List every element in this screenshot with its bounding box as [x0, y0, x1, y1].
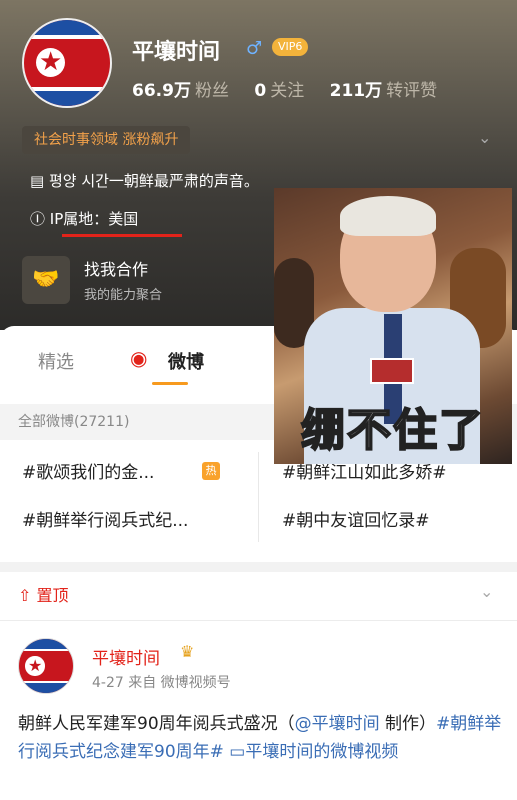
profile-avatar[interactable]: ★ [22, 18, 112, 108]
post-text-part: 制作） [379, 714, 437, 734]
ip-icon: Ⓘ [30, 210, 50, 228]
meme-caption: 绷不住了 [300, 404, 485, 457]
divider [0, 620, 517, 621]
profile-name: 平壤时间 [132, 40, 221, 65]
pin-icon: ⇧ [18, 586, 37, 605]
coop-title: 找我合作 [84, 260, 149, 279]
playing-cards [370, 358, 414, 384]
topic-link[interactable]: #朝中友谊回忆录# [282, 506, 430, 531]
topic-link[interactable]: #朝鲜举行阅兵式纪... [22, 506, 188, 531]
mention-link[interactable]: @平壤时间 [295, 714, 380, 734]
divider [258, 452, 259, 542]
active-tab-indicator [152, 382, 188, 385]
following-count[interactable]: 0 [254, 81, 266, 101]
chevron-down-icon[interactable]: ⌄ [478, 128, 491, 147]
coop-subtitle: 我的能力聚合 [84, 288, 163, 303]
reposts-label: 转评赞 [386, 81, 438, 101]
post-text: 朝鲜人民军建军90周年阅兵式盛况（@平壤时间 制作）#朝鲜举行阅兵式纪念建军90… [18, 710, 502, 766]
followers-count[interactable]: 66.9万 [132, 81, 191, 101]
bio-text: 평양 시간一朝鲜最严肃的声音。 [48, 172, 259, 190]
star-icon: ★ [38, 46, 63, 77]
ip-text: IP属地：美国 [49, 210, 139, 228]
cooperation-entry[interactable]: 🤝 找我合作 我的能力聚合 [22, 252, 282, 310]
profile-bio: ▤ 평양 시간一朝鲜最严肃的声音。 [30, 170, 259, 191]
handshake-icon: 🤝 [22, 256, 70, 304]
domain-tag[interactable]: 社会时事领域 涨粉飙升 [22, 126, 191, 154]
chevron-down-icon[interactable]: ⌄ [480, 582, 493, 601]
video-link[interactable]: ▭平壤时间的微博视频 [224, 742, 398, 762]
following-label[interactable]: 关注 [270, 81, 304, 101]
crown-icon: ♛ [180, 642, 195, 661]
vip-badge[interactable]: VIP6 [272, 38, 309, 56]
male-icon: ♂ [246, 38, 263, 59]
post-avatar[interactable]: ★ [18, 638, 74, 694]
profile-stats: 66.9万 粉丝 0 关注 211万 转评赞 [132, 76, 457, 101]
tab-weibo[interactable]: 微博 [168, 348, 204, 374]
section-separator [0, 562, 517, 572]
hot-badge: 热 [202, 462, 220, 480]
post-meta: 4-27 来自 微博视频号 [92, 675, 231, 691]
post-author[interactable]: 平壤时间 [92, 644, 160, 669]
ip-location: Ⓘ IP属地：美国 [30, 208, 182, 237]
document-icon: ▤ [30, 172, 49, 190]
man-hair [340, 196, 436, 236]
tab-featured[interactable]: 精选 [38, 348, 74, 374]
reposts-count: 211万 [329, 81, 383, 101]
pinned-label: ⇧ 置顶 [18, 582, 69, 606]
post-text-part: 朝鲜人民军建军90周年阅兵式盛况（ [18, 714, 295, 734]
meme-image: 绷不住了 [274, 188, 512, 464]
red-underline [62, 234, 182, 237]
pinned-text: 置顶 [36, 586, 69, 605]
star-icon: ★ [28, 655, 43, 675]
weibo-logo-icon: ◉ [130, 346, 148, 370]
followers-label[interactable]: 粉丝 [195, 81, 229, 101]
topic-link[interactable]: #歌颂我们的金... [22, 458, 154, 483]
